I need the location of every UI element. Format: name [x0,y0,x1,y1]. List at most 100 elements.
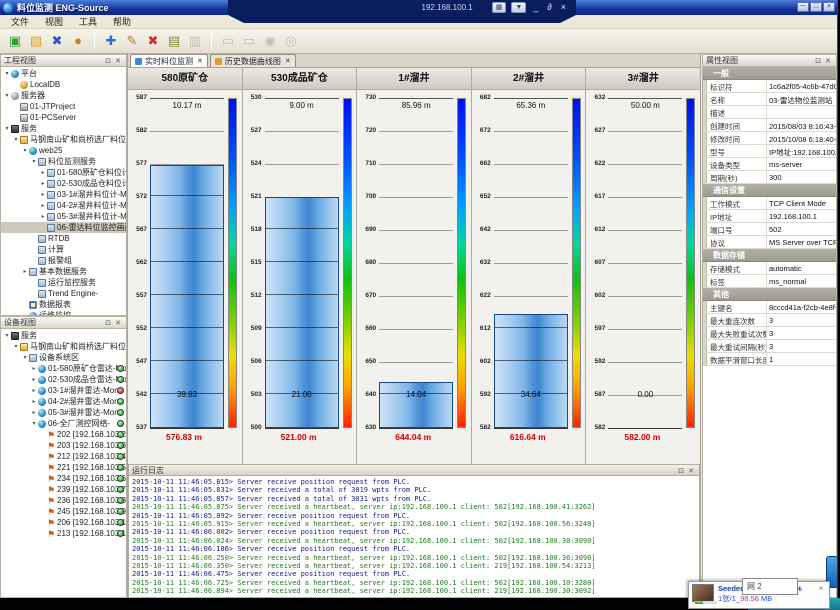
tree-item[interactable]: ▾06-全厂测控网络- [1,418,126,429]
tree-item[interactable]: ▸01-580原矿仓料位计-Mon- [1,167,126,178]
tree-item[interactable]: ▸02-530成品仓料位计-Mon- [1,178,126,189]
property-value[interactable]: 3 [767,340,836,352]
collapse-arrow-icon[interactable]: ▾ [30,158,38,165]
tree-item[interactable]: ⚑245 [192.168.103.9]- [1,506,126,517]
property-row[interactable]: 端口号502 [703,223,836,236]
vnc-control-icon[interactable]: ∂ [545,1,553,14]
tree-item[interactable]: 运行监控服务 [1,277,126,288]
tree-item[interactable]: ⚑234 [192.168.103.6]- [1,473,126,484]
property-value[interactable]: MS Server over TCP [767,236,836,248]
property-row[interactable]: 名称03-雷达物位监测站 [703,93,836,106]
property-row[interactable]: 最大重连次数3 [703,314,836,327]
property-value[interactable]: TCP Client Mode [767,197,836,209]
tree-item[interactable]: 数据报表 [1,299,126,310]
vnc-control-icon[interactable]: × [559,1,568,14]
property-value[interactable]: 2015/08/03 8:16:43-星期- [767,119,836,131]
tree-item[interactable]: 06-雷达料位监控画面 [1,222,126,233]
expand-arrow-icon[interactable]: ▸ [39,180,47,187]
open-folder-icon[interactable]: ▨ [27,32,45,50]
tree-item[interactable]: ⚑202 [192.168.103.2]- [1,429,126,440]
tree-item[interactable]: ▾马钢南山矿和尚桥选厂料位监测- [1,134,126,145]
property-row[interactable]: 周期(秒)300 [703,171,836,184]
menu-item[interactable]: 文件 [4,15,36,28]
tab-close-icon[interactable]: ✕ [285,57,291,65]
pin-icon[interactable]: ⊡ [813,58,823,65]
expand-arrow-icon[interactable]: ▸ [39,191,47,198]
menu-item[interactable]: 工具 [72,15,104,28]
property-value[interactable] [767,106,836,118]
property-value[interactable]: ms-server [767,158,836,170]
property-value[interactable]: 8cccd41a-f2cb-4e8f-9b- [767,301,836,313]
property-row[interactable]: 描述 [703,106,836,119]
collapse-arrow-icon[interactable]: ▾ [3,70,11,77]
tree-item[interactable]: ▸03-1#溜井料位计-Mon- [1,189,126,200]
property-row[interactable]: 标识符1c6a2f05-4c6b-47d0-8f6c- [703,80,836,93]
property-value[interactable]: 3 [767,327,836,339]
tree-item[interactable]: ▸03-1#溜井雷达-Mon- [1,385,126,396]
property-row[interactable]: 修改时间2015/10/08 6:18:40-星期- [703,132,836,145]
close-icon[interactable]: ✕ [113,58,123,65]
property-value[interactable]: 03-雷达物位监测站 [767,93,836,105]
property-value[interactable]: IP地址:192.168.100.40- [767,145,836,157]
property-row[interactable]: 创建时间2015/08/03 8:16:43-星期- [703,119,836,132]
tree-item[interactable]: ⚑206 [192.168.103.10]- [1,517,126,528]
tree-item[interactable]: LocalDB [1,79,126,90]
tree-item[interactable]: ⚑239 [192.168.103.7]- [1,484,126,495]
collapse-arrow-icon[interactable]: ▾ [3,92,11,99]
collapse-arrow-icon[interactable]: ▾ [30,420,38,427]
tree-item[interactable]: ▾料位监测服务 [1,156,126,167]
collapse-arrow-icon[interactable]: ▾ [21,147,29,154]
log-content[interactable]: 2015-10-11 11:46:05.815> Server receive … [128,476,700,598]
tree-item[interactable]: ▾马钢南山矿和尚桥选厂料位监测- [1,341,126,352]
tree-item[interactable]: ⚑221 [192.168.103.5]- [1,462,126,473]
pin-icon[interactable]: ⊡ [103,58,113,65]
tree-item[interactable]: ⚑212 [192.168.103.4]- [1,451,126,462]
tree-item[interactable]: ▾平台 [1,68,126,79]
close-project-icon[interactable]: ✖ [48,32,66,50]
tree-item[interactable]: ⚑236 [192.168.103.8]- [1,495,126,506]
tree-item[interactable]: 报警组 [1,255,126,266]
tree-item[interactable]: ▸02-530成品仓雷达-Mon- [1,374,126,385]
tree-item[interactable]: ▸01-580原矿仓雷达-Mon- [1,363,126,374]
close-icon[interactable]: ✕ [823,58,833,65]
collapse-arrow-icon[interactable]: ▾ [3,125,11,132]
collapse-arrow-icon[interactable]: ▾ [12,136,20,143]
close-icon[interactable]: ✕ [113,320,123,327]
property-row[interactable]: 协议MS Server over TCP [703,236,836,249]
collapse-arrow-icon[interactable]: ▾ [12,343,20,350]
tree-item[interactable]: ▾服务器 [1,90,126,101]
menu-item[interactable]: 视图 [38,15,70,28]
property-value[interactable]: 300 [767,171,836,183]
expand-arrow-icon[interactable]: ▸ [30,387,38,394]
tree-item[interactable]: ▸05-3#溜井料位计-Mon- [1,211,126,222]
collapse-arrow-icon[interactable]: ▾ [21,354,29,361]
close-icon[interactable]: ✕ [686,468,696,475]
add-icon[interactable]: ✚ [102,32,120,50]
property-value[interactable]: 502 [767,223,836,235]
vnc-chip-icon[interactable]: ▼ [511,2,526,13]
expand-arrow-icon[interactable]: ▸ [30,398,38,405]
property-row[interactable]: 存储模式automatic [703,262,836,275]
expand-arrow-icon[interactable]: ▸ [39,202,47,209]
tree-item[interactable]: ▸04-2#溜井雷达-Mon- [1,396,126,407]
property-value[interactable]: 3 [767,314,836,326]
property-row[interactable]: 设备类型ms-server [703,158,836,171]
property-row[interactable]: 数据平滑窗口长度1 [703,353,836,366]
tab-1[interactable]: 实时料位监测✕ [130,54,208,67]
alarm-icon[interactable]: ● [69,32,87,50]
tree-item[interactable]: 计算 [1,244,126,255]
property-row[interactable]: 最大重试间隔(秒)3 [703,340,836,353]
tree-item[interactable]: ▾设备系统区 [1,352,126,363]
property-row[interactable]: 标签ms_normal [703,275,836,288]
tree-item[interactable]: Trend Engine- [1,288,126,299]
tree-item[interactable]: 01-JTProject [1,101,126,112]
property-row[interactable]: IP地址192.168.100.1 [703,210,836,223]
tree-item[interactable]: ▸05-3#溜井雷达-Mon- [1,407,126,418]
collapse-arrow-icon[interactable]: ▾ [3,332,11,339]
property-value[interactable]: ms_normal [767,275,836,287]
tree-item[interactable]: ▾web25 [1,145,126,156]
tree-item[interactable]: RTDB [1,233,126,244]
expand-arrow-icon[interactable]: ▸ [30,409,38,416]
window-control-icon[interactable]: × [823,2,835,12]
form-icon[interactable]: ▤ [165,32,183,50]
